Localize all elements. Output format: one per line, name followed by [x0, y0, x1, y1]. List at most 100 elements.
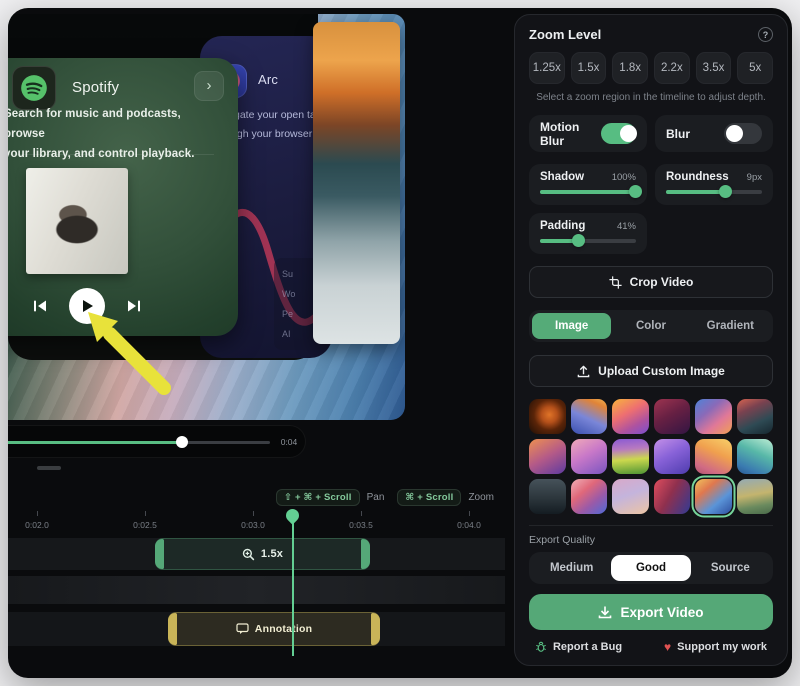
- motion-blur-label: Motion Blur: [540, 120, 601, 148]
- panel-resize-handle[interactable]: [37, 466, 61, 470]
- wallpaper-grid: [529, 399, 773, 514]
- wallpaper-thumbnail[interactable]: [737, 439, 774, 474]
- ruler-tick: 0:02.5: [125, 511, 165, 530]
- export-video-button[interactable]: Export Video: [529, 594, 773, 630]
- blur-toggle[interactable]: [724, 123, 762, 144]
- wallpaper-thumbnail[interactable]: [529, 479, 566, 514]
- panel-title: Zoom Level: [529, 27, 601, 42]
- shadow-label: Shadow: [540, 171, 584, 183]
- wallpaper-thumbnail[interactable]: [737, 479, 774, 514]
- arc-card-title: Arc: [258, 72, 278, 87]
- roundness-label: Roundness: [666, 171, 729, 183]
- upload-icon: [577, 365, 590, 378]
- chevron-right-button[interactable]: ›: [194, 71, 224, 101]
- wallpaper-thumbnail[interactable]: [571, 399, 608, 434]
- upload-custom-image-button[interactable]: Upload Custom Image: [529, 355, 773, 387]
- padding-slider[interactable]: [540, 239, 636, 243]
- zoom-hint-text: Select a zoom region in the timeline to …: [529, 92, 773, 103]
- photo-strip: [313, 22, 400, 344]
- toggle-knob: [726, 125, 743, 142]
- quality-medium[interactable]: Medium: [532, 555, 611, 581]
- wallpaper-thumbnail[interactable]: [612, 439, 649, 474]
- bug-icon: [535, 641, 547, 653]
- zoom-level-button[interactable]: 1.5x: [571, 52, 607, 84]
- scrubber-handle[interactable]: [176, 436, 188, 448]
- shadow-value: 100%: [612, 172, 636, 183]
- wallpaper-thumbnail[interactable]: [654, 479, 691, 514]
- slider-fill: [666, 190, 726, 194]
- app-window: Arc Navigate your open tab through your …: [8, 8, 792, 678]
- spotify-card-title: Spotify: [72, 79, 119, 96]
- shadow-slider[interactable]: [540, 190, 636, 194]
- duration-label: 0:04: [273, 437, 305, 447]
- padding-slider-card: Padding 41%: [529, 213, 647, 254]
- wallpaper-thumbnail[interactable]: [571, 439, 608, 474]
- ruler-tick: 0:03.0: [233, 511, 273, 530]
- tab-gradient[interactable]: Gradient: [691, 313, 770, 339]
- wallpaper-thumbnail[interactable]: [612, 399, 649, 434]
- zoom-level-button[interactable]: 1.8x: [612, 52, 648, 84]
- padding-value: 41%: [617, 221, 636, 232]
- zoom-level-button[interactable]: 2.2x: [654, 52, 690, 84]
- wallpaper-thumbnail[interactable]: [571, 479, 608, 514]
- timeline-shortcut-hints: ⇧ + ⌘ + Scroll Pan ⌘ + Scroll Zoom: [276, 489, 500, 506]
- settings-panel: Zoom Level ? 1.25x1.5x1.8x2.2x3.5x5x Sel…: [514, 14, 788, 666]
- roundness-value: 9px: [747, 172, 762, 183]
- wallpaper-thumbnail[interactable]: [654, 439, 691, 474]
- spotify-card-description: Search for music and podcasts, browse yo…: [8, 104, 204, 164]
- slider-knob[interactable]: [719, 185, 732, 198]
- zoom-level-button[interactable]: 5x: [737, 52, 773, 84]
- zoom-track[interactable]: 1.5x: [8, 538, 505, 570]
- quality-good[interactable]: Good: [611, 555, 690, 581]
- support-link[interactable]: ♥ Support my work: [664, 640, 767, 654]
- motion-blur-toggle[interactable]: [601, 123, 636, 144]
- wallpaper-thumbnail[interactable]: [695, 399, 732, 434]
- video-preview[interactable]: Arc Navigate your open tab through your …: [8, 14, 405, 420]
- playhead-line[interactable]: [292, 520, 294, 656]
- roundness-slider-card: Roundness 9px: [655, 164, 773, 205]
- pan-shortcut-badge: ⇧ + ⌘ + Scroll: [276, 489, 360, 506]
- slider-knob[interactable]: [572, 234, 585, 247]
- annotation-track[interactable]: Annotation: [8, 612, 505, 646]
- timeline-ruler[interactable]: 0:02.0 0:02.5 0:03.0 0:03.5 0:04.0: [8, 511, 505, 541]
- wallpaper-thumbnail[interactable]: [612, 479, 649, 514]
- ruler-tick: 0:02.0: [17, 511, 57, 530]
- roundness-slider[interactable]: [666, 190, 762, 194]
- ruler-tick: 0:03.5: [341, 511, 381, 530]
- wallpaper-thumbnail[interactable]: [529, 399, 566, 434]
- download-icon: [598, 605, 612, 619]
- magnifier-plus-icon: [242, 548, 255, 561]
- padding-label: Padding: [540, 220, 585, 232]
- wallpaper-thumbnail[interactable]: [529, 439, 566, 474]
- export-quality-tabs: Medium Good Source: [529, 552, 773, 584]
- zoom-level-button[interactable]: 1.25x: [529, 52, 565, 84]
- slider-knob[interactable]: [629, 185, 642, 198]
- ruler-tick: 0:04.0: [449, 511, 489, 530]
- zoom-shortcut-badge: ⌘ + Scroll: [397, 489, 461, 506]
- spotify-logo-icon: [20, 74, 48, 102]
- spotify-card: Spotify › Search for music and podcasts,…: [8, 58, 238, 336]
- tab-color[interactable]: Color: [611, 313, 690, 339]
- zoom-level-button[interactable]: 3.5x: [696, 52, 732, 84]
- zoom-level-buttons: 1.25x1.5x1.8x2.2x3.5x5x: [529, 52, 773, 84]
- wallpaper-thumbnail[interactable]: [654, 399, 691, 434]
- motion-blur-card: Motion Blur: [529, 115, 647, 152]
- quality-source[interactable]: Source: [691, 555, 770, 581]
- help-icon[interactable]: ?: [758, 27, 773, 42]
- blur-card: Blur: [655, 115, 773, 152]
- annotation-segment[interactable]: Annotation: [168, 612, 380, 646]
- card-divider: [8, 154, 214, 155]
- wallpaper-thumbnail[interactable]: [737, 399, 774, 434]
- previous-track-icon[interactable]: [32, 299, 48, 313]
- zoom-label: Zoom: [468, 492, 494, 503]
- video-clip-track[interactable]: [8, 576, 505, 604]
- wallpaper-thumbnail[interactable]: [695, 479, 732, 514]
- report-bug-link[interactable]: Report a Bug: [535, 641, 622, 653]
- zoom-segment[interactable]: 1.5x: [155, 538, 370, 570]
- wallpaper-thumbnail[interactable]: [695, 439, 732, 474]
- playback-scrubber[interactable]: 0:04: [8, 425, 306, 458]
- background-type-tabs: Image Color Gradient: [529, 310, 773, 342]
- pan-label: Pan: [367, 492, 385, 503]
- crop-video-button[interactable]: Crop Video: [529, 266, 773, 298]
- tab-image[interactable]: Image: [532, 313, 611, 339]
